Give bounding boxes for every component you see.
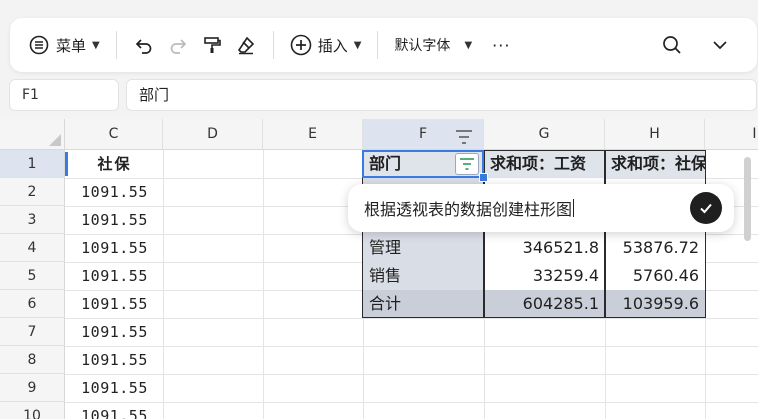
more-button[interactable]: ··· (486, 28, 516, 62)
submit-button[interactable] (690, 192, 722, 224)
grid-line (65, 318, 758, 319)
pivot-row-label[interactable]: 销售 (363, 262, 484, 290)
column-header-d[interactable]: D (163, 119, 263, 150)
check-icon (700, 203, 712, 214)
row-header-6[interactable]: 6 (0, 290, 65, 318)
undo-icon (133, 34, 155, 56)
toolbar-divider (377, 31, 379, 59)
pivot-total-salary[interactable]: 604285.1 (484, 290, 605, 318)
formula-input[interactable]: 部门 (126, 79, 757, 111)
toolbar-divider (115, 31, 117, 59)
pivot-total-social[interactable]: 103959.6 (605, 290, 705, 318)
fill-handle[interactable] (479, 173, 488, 182)
row-header-2[interactable]: 2 (0, 178, 65, 206)
pivot-divider (604, 150, 606, 318)
font-family-label: 默认字体 (394, 38, 451, 54)
font-family-select[interactable]: 默认字体 ▼ (388, 28, 478, 62)
pivot-total-label[interactable]: 合计 (363, 290, 484, 318)
cell-c8[interactable]: 1091.55 (66, 346, 163, 374)
clear-format-button[interactable] (229, 28, 263, 62)
row-header-8[interactable]: 8 (0, 346, 65, 374)
insert-label: 插入 (317, 36, 348, 55)
redo-button[interactable] (161, 28, 195, 62)
toolbar-divider (272, 31, 274, 59)
vertical-scrollbar[interactable] (744, 157, 751, 241)
pivot-filter-button[interactable] (455, 153, 479, 175)
search-icon (661, 34, 683, 56)
text-caret (573, 199, 575, 217)
chevron-down-icon (709, 34, 731, 56)
caret-down-icon: ▼ (92, 39, 100, 51)
plus-circle-icon (290, 34, 312, 56)
cell-c7[interactable]: 1091.55 (66, 318, 163, 346)
pivot-cell-social[interactable]: 53876.72 (605, 234, 705, 262)
more-icon: ··· (492, 35, 511, 55)
format-painter-button[interactable] (195, 28, 229, 62)
format-painter-icon (201, 34, 223, 56)
menu-icon (28, 34, 50, 56)
cell-c4[interactable]: 1091.55 (66, 234, 163, 262)
active-row-indicator (65, 152, 68, 176)
caret-down-icon: ▼ (353, 39, 362, 51)
eraser-icon (235, 34, 257, 56)
grid-line (163, 150, 164, 419)
row-header-7[interactable]: 7 (0, 318, 65, 346)
row-header-1[interactable]: 1 (0, 150, 65, 178)
search-button[interactable] (655, 28, 689, 62)
cell-c2[interactable]: 1091.55 (66, 178, 163, 206)
select-all-corner[interactable] (0, 119, 65, 150)
ai-prompt-box[interactable]: 根据透视表的数据创建柱形图 (348, 184, 734, 232)
cell-c1[interactable]: 社保 (66, 150, 163, 178)
pivot-cell-social[interactable]: 5760.46 (605, 262, 705, 290)
column-header-e[interactable]: E (263, 119, 363, 150)
row-header-9[interactable]: 9 (0, 374, 65, 402)
name-box[interactable]: F1 (9, 79, 119, 111)
column-header-h[interactable]: H (605, 119, 705, 150)
row-header-10[interactable]: 10 (0, 402, 65, 419)
cell-c10[interactable]: 1091.55 (66, 402, 163, 419)
row-header-4[interactable]: 4 (0, 234, 65, 262)
toolbar: 菜单 ▼ 插入 ▼ 默认字体 ▼ ··· (10, 18, 757, 72)
column-header-f-label: F (418, 126, 428, 142)
cell-c6[interactable]: 1091.55 (66, 290, 163, 318)
cell-c3[interactable]: 1091.55 (66, 206, 163, 234)
cell-c5[interactable]: 1091.55 (66, 262, 163, 290)
pivot-cell-salary[interactable]: 346521.8 (484, 234, 605, 262)
pivot-header-salary[interactable]: 求和项：工资 (484, 150, 605, 178)
column-header-g[interactable]: G (484, 119, 605, 150)
row-header-5[interactable]: 5 (0, 262, 65, 290)
grid-line (65, 346, 758, 347)
menu-button[interactable]: 菜单 ▼ (22, 28, 106, 62)
collapse-toolbar-button[interactable] (703, 28, 737, 62)
pivot-cell-salary[interactable]: 33259.4 (484, 262, 605, 290)
grid-line (65, 374, 758, 375)
menu-label: 菜单 (56, 36, 87, 55)
column-header-c[interactable]: C (65, 119, 163, 150)
column-header-f[interactable]: F (363, 119, 484, 150)
pivot-row-label[interactable]: 管理 (363, 234, 484, 262)
row-header-3[interactable]: 3 (0, 206, 65, 234)
cell-c9[interactable]: 1091.55 (66, 374, 163, 402)
filter-icon (460, 158, 474, 170)
grid-line (65, 402, 758, 403)
insert-button[interactable]: 插入 ▼ (284, 28, 368, 62)
spreadsheet-grid[interactable]: C D E F G H I 1 2 3 4 5 6 7 8 9 10 社保 10… (0, 119, 758, 419)
undo-button[interactable] (127, 28, 161, 62)
grid-line (263, 150, 264, 419)
ai-prompt-input[interactable]: 根据透视表的数据创建柱形图 (364, 196, 572, 220)
pivot-header-social[interactable]: 求和项：社保 (605, 150, 705, 178)
redo-icon (167, 34, 189, 56)
caret-down-icon: ▼ (464, 39, 473, 51)
column-header-i[interactable]: I (705, 119, 758, 150)
